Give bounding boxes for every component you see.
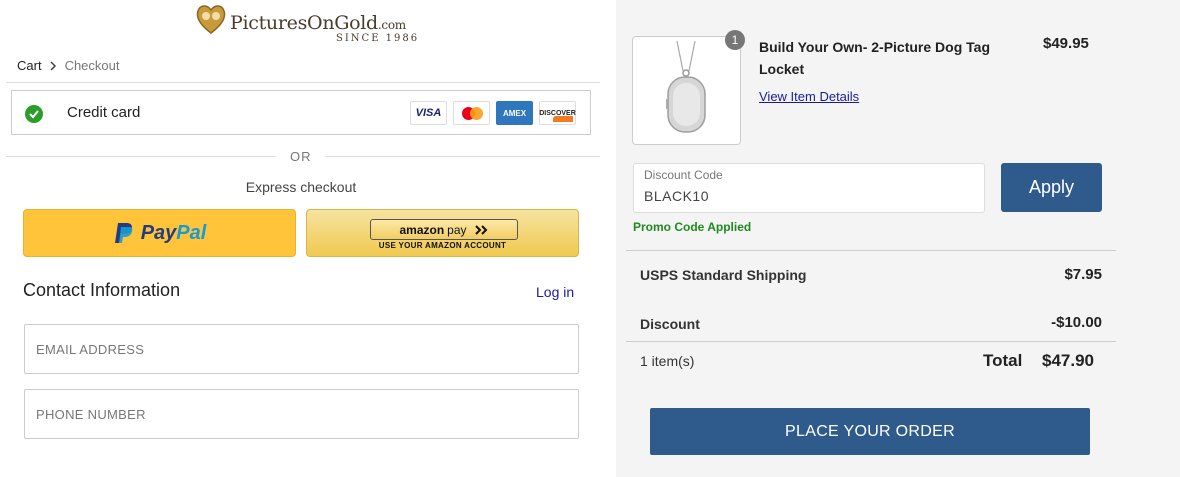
email-input[interactable] bbox=[25, 325, 578, 373]
total-label: Total bbox=[983, 351, 1023, 370]
heart-locket-logo-icon bbox=[196, 5, 226, 34]
login-link[interactable]: Log in bbox=[536, 284, 574, 300]
site-logo[interactable]: PicturesOnGold.com SINCE 1986 bbox=[194, 0, 424, 48]
payment-option-label: Credit card bbox=[67, 104, 141, 121]
dog-tag-locket-image bbox=[666, 40, 706, 133]
place-order-button[interactable]: PLACE YOUR ORDER bbox=[650, 408, 1090, 455]
double-chevron-right-icon bbox=[474, 224, 487, 235]
paypal-button[interactable]: PayPal bbox=[23, 209, 296, 257]
amazon-pay-subtitle: USE YOUR AMAZON ACCOUNT bbox=[378, 241, 507, 250]
breadcrumb-checkout: Checkout bbox=[64, 58, 120, 73]
product-thumbnail bbox=[632, 36, 741, 145]
items-count: 1 item(s) bbox=[640, 353, 695, 369]
paypal-label: PayPal bbox=[140, 221, 207, 244]
phone-field[interactable] bbox=[24, 389, 579, 439]
shipping-value: $7.95 bbox=[1064, 266, 1102, 283]
discount-code-field[interactable]: Discount Code bbox=[633, 163, 985, 213]
amazon-pay-logo: amazon pay bbox=[370, 219, 518, 240]
card-brand-list: VISA AMEX DISCOVER bbox=[410, 101, 576, 125]
contact-information-heading: Contact Information bbox=[23, 280, 181, 300]
discount-code-input[interactable] bbox=[644, 188, 974, 204]
mastercard-icon bbox=[453, 101, 490, 125]
or-divider-text: OR bbox=[290, 149, 312, 164]
product-name: Build Your Own- 2-Picture Dog Tag Locket bbox=[759, 39, 991, 77]
discount-label: Discount bbox=[640, 316, 700, 332]
divider bbox=[626, 341, 1116, 342]
total-value: $47.90 bbox=[1042, 351, 1094, 370]
divider bbox=[626, 250, 1116, 251]
amazon-pay-button[interactable]: amazon pay USE YOUR AMAZON ACCOUNT bbox=[306, 209, 579, 257]
paypal-icon bbox=[114, 223, 133, 243]
email-field[interactable] bbox=[24, 324, 579, 374]
view-item-details-link[interactable]: View Item Details bbox=[759, 89, 859, 104]
divider bbox=[6, 82, 600, 83]
check-circle-icon bbox=[25, 105, 43, 123]
product-price: $49.95 bbox=[1043, 35, 1089, 52]
discover-icon: DISCOVER bbox=[539, 101, 576, 125]
logo-wordmark: PicturesOnGold.com bbox=[230, 12, 406, 34]
shipping-label: USPS Standard Shipping bbox=[640, 267, 807, 283]
divider bbox=[325, 156, 600, 157]
promo-applied-message: Promo Code Applied bbox=[633, 220, 752, 234]
logo-tagline: SINCE 1986 bbox=[336, 33, 420, 44]
breadcrumb: Cart Checkout bbox=[17, 58, 119, 73]
checkout-form-panel: PicturesOnGold.com SINCE 1986 Cart Check… bbox=[0, 0, 616, 477]
discount-code-label: Discount Code bbox=[644, 168, 723, 182]
quantity-badge: 1 bbox=[725, 30, 745, 50]
amex-icon: AMEX bbox=[496, 101, 533, 125]
phone-input[interactable] bbox=[25, 390, 578, 438]
apply-discount-button[interactable]: Apply bbox=[1001, 163, 1102, 212]
discount-value: -$10.00 bbox=[1051, 314, 1102, 331]
order-summary-panel: 1 Build Your Own- 2-Picture Dog Tag Lock… bbox=[616, 0, 1180, 477]
chevron-right-icon bbox=[50, 60, 56, 71]
divider bbox=[6, 156, 276, 157]
payment-option-credit-card[interactable]: Credit card VISA AMEX DISCOVER bbox=[11, 90, 591, 135]
express-checkout-title: Express checkout bbox=[245, 179, 357, 195]
visa-icon: VISA bbox=[410, 101, 447, 125]
breadcrumb-cart[interactable]: Cart bbox=[17, 58, 42, 73]
